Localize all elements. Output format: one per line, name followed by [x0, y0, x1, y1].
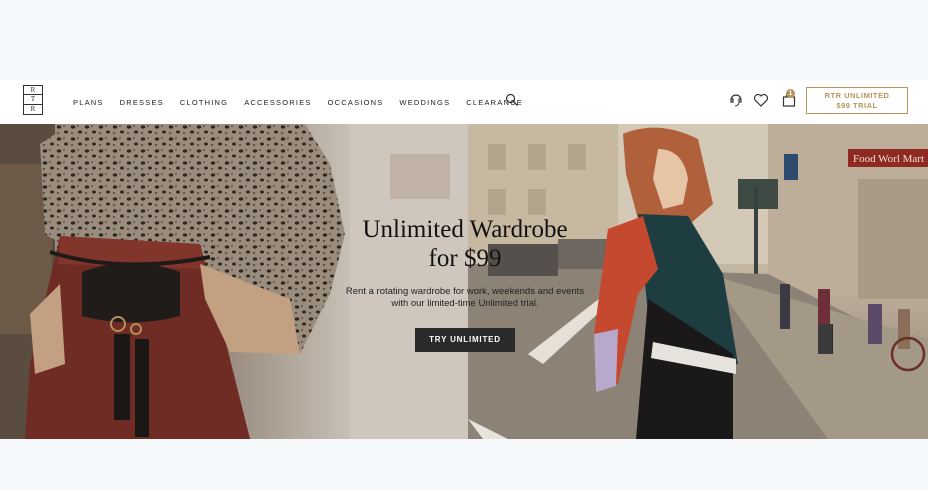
logo-letter-r: R — [24, 86, 42, 96]
hero-copy-block: Unlimited Wardrobe for $99 Rent a rotati… — [330, 216, 600, 353]
rtr-unlimited-trial-button[interactable]: RTR UNLIMITED $99 TRIAL — [806, 87, 908, 114]
hero-subtitle-line2: with our limited-time Unlimited trial. — [391, 298, 539, 310]
rtr-logo[interactable]: R T R — [23, 85, 43, 115]
try-unlimited-button[interactable]: TRY UNLIMITED — [415, 328, 515, 353]
hero-banner: Food Worl Mart Unlimited Wardrobe for $9… — [0, 124, 928, 439]
nav-link-clothing[interactable]: CLOTHING — [180, 98, 228, 107]
hero-title-line1: Unlimited Wardrobe — [362, 216, 568, 243]
top-navigation-bar: R T R PLANS DRESSES CLOTHING ACCESSORIES… — [0, 80, 928, 124]
logo-letter-t: T — [24, 95, 42, 105]
search-icon[interactable] — [505, 93, 519, 107]
nav-link-dresses[interactable]: DRESSES — [120, 98, 164, 107]
nav-link-weddings[interactable]: WEDDINGS — [399, 98, 450, 107]
bag-count-badge: 1 — [786, 89, 795, 98]
hero-subtitle: Rent a rotating wardrobe for work, weeke… — [330, 286, 600, 312]
hero-title-line2: for $99 — [428, 244, 502, 272]
nav-link-accessories[interactable]: ACCESSORIES — [244, 98, 311, 107]
hero-title: Unlimited Wardrobe for $99 — [330, 216, 600, 274]
logo-letter-r2: R — [30, 104, 36, 113]
trial-button-line2: $99 TRIAL — [836, 100, 878, 110]
heart-icon[interactable] — [753, 92, 769, 108]
nav-link-plans[interactable]: PLANS — [73, 98, 104, 107]
trial-button-line1: RTR UNLIMITED — [824, 90, 890, 100]
hero-subtitle-line1: Rent a rotating wardrobe for work, weeke… — [345, 285, 585, 297]
chat-icon[interactable] — [728, 92, 744, 108]
page-bottom-area — [0, 439, 928, 490]
main-nav-links: PLANS DRESSES CLOTHING ACCESSORIES OCCAS… — [73, 80, 539, 124]
nav-link-occasions[interactable]: OCCASIONS — [328, 98, 384, 107]
street-store-sign: Food Worl Mart — [853, 153, 924, 165]
